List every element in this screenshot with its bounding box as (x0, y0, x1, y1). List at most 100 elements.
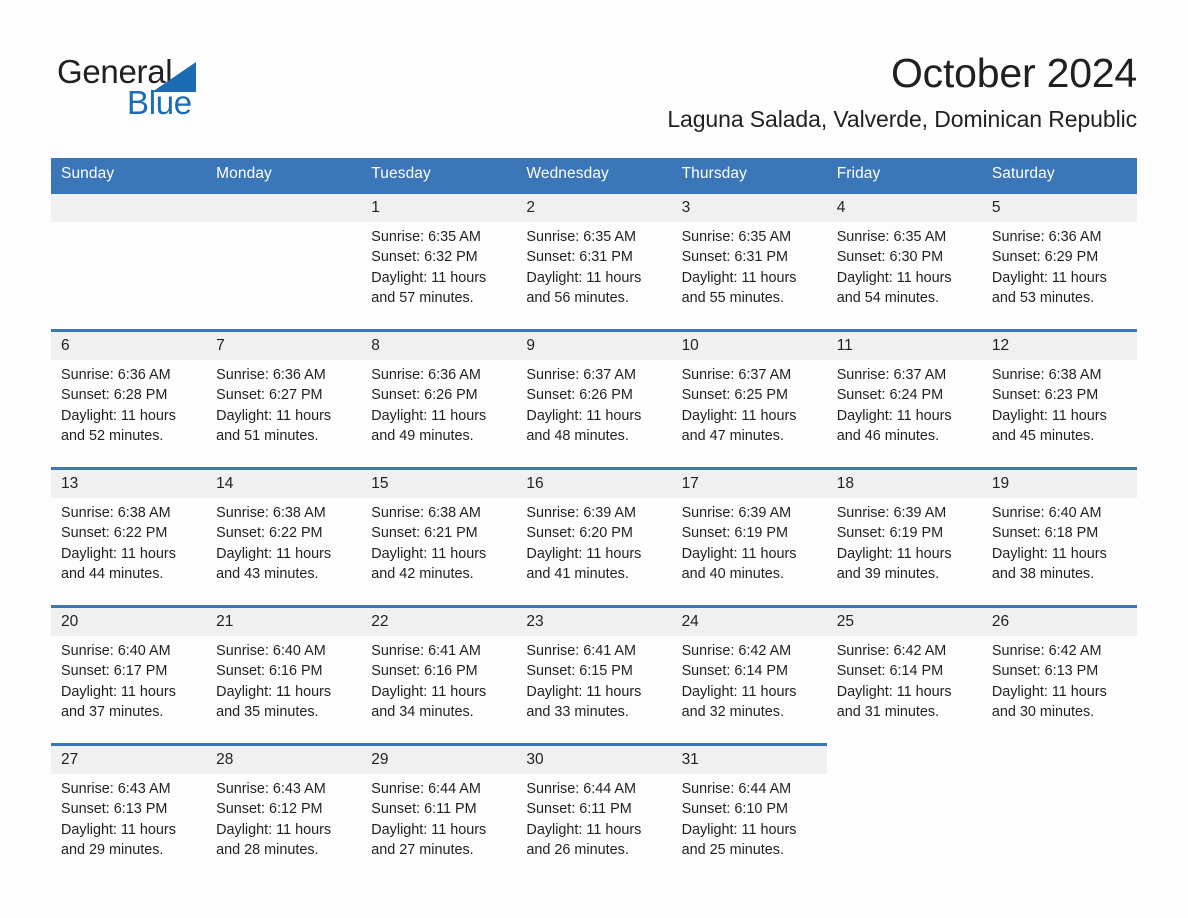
location-subtitle: Laguna Salada, Valverde, Dominican Repub… (667, 106, 1137, 132)
day-details: Sunrise: 6:43 AM Sunset: 6:12 PM Daylight:… (206, 774, 361, 860)
daylight-text-line2: and 38 minutes. (991, 565, 1095, 582)
calendar-day-cell[interactable]: 23 Sunrise: 6:41 AM Sunset: 6:15 PM Dayligh… (516, 608, 672, 743)
day-details: Sunrise: 6:39 AM Sunset: 6:19 PM Daylight:… (827, 498, 982, 584)
daylight-text-line2: and 26 minutes. (526, 841, 629, 858)
calendar-day-cell[interactable]: 25 Sunrise: 6:42 AM Sunset: 6:14 PM Dayligh… (826, 608, 982, 743)
daylight-text-line1: Daylight: 11 hours (836, 545, 952, 562)
daylight-text-line1: Daylight: 11 hours (836, 269, 952, 286)
calendar-day-cell[interactable]: 3 Sunrise: 6:35 AM Sunset: 6:31 PM Daylight… (671, 194, 827, 329)
sunset-text: Sunset: 6:14 PM (681, 663, 788, 680)
sunrise-text: Sunrise: 6:43 AM (61, 781, 171, 797)
day-number: 24 (671, 608, 827, 636)
sunrise-text: Sunrise: 6:41 AM (526, 643, 637, 659)
day-details: Sunrise: 6:38 AM Sunset: 6:23 PM Daylight:… (982, 360, 1137, 446)
calendar-day-cell[interactable]: 10 Sunrise: 6:37 AM Sunset: 6:25 PM Dayligh… (671, 332, 827, 467)
calendar-day-cell[interactable]: 4 Sunrise: 6:35 AM Sunset: 6:30 PM Daylight… (826, 194, 982, 329)
calendar-day-cell-empty (51, 194, 207, 329)
daylight-text-line1: Daylight: 11 hours (216, 545, 332, 562)
day-details: Sunrise: 6:38 AM Sunset: 6:21 PM Daylight:… (361, 498, 516, 584)
weekday-header-thursday: Thursday (671, 158, 827, 191)
calendar-day-cell[interactable]: 11 Sunrise: 6:37 AM Sunset: 6:24 PM Dayligh… (826, 332, 982, 467)
calendar-day-cell[interactable]: 6 Sunrise: 6:36 AM Sunset: 6:28 PM Daylight… (51, 332, 207, 467)
daylight-text-line1: Daylight: 11 hours (836, 683, 952, 700)
calendar-day-cell[interactable]: 14 Sunrise: 6:38 AM Sunset: 6:22 PM Dayligh… (206, 470, 362, 605)
sunset-text: Sunset: 6:13 PM (61, 801, 168, 818)
sunrise-text: Sunrise: 6:35 AM (371, 229, 481, 245)
sunset-text: Sunset: 6:10 PM (681, 801, 788, 818)
calendar-day-cell[interactable]: 27 Sunrise: 6:43 AM Sunset: 6:13 PM Dayligh… (51, 746, 207, 881)
weekday-header-sunday: Sunday (51, 158, 207, 191)
sunrise-text: Sunrise: 6:35 AM (526, 229, 637, 245)
sunrise-text: Sunrise: 6:40 AM (61, 643, 171, 659)
daylight-text-line2: and 45 minutes. (991, 427, 1095, 444)
calendar-day-cell[interactable]: 12 Sunrise: 6:38 AM Sunset: 6:23 PM Dayligh… (981, 332, 1137, 467)
sunrise-text: Sunrise: 6:41 AM (371, 643, 481, 659)
daylight-text-line1: Daylight: 11 hours (61, 545, 176, 562)
calendar-day-cell[interactable]: 24 Sunrise: 6:42 AM Sunset: 6:14 PM Dayligh… (671, 608, 827, 743)
calendar-day-cell[interactable]: 9 Sunrise: 6:37 AM Sunset: 6:26 PM Daylight… (516, 332, 672, 467)
calendar-day-cell[interactable]: 2 Sunrise: 6:35 AM Sunset: 6:31 PM Daylight… (516, 194, 672, 329)
calendar-day-cell[interactable]: 5 Sunrise: 6:36 AM Sunset: 6:29 PM Daylight… (981, 194, 1137, 329)
daylight-text-line2: and 34 minutes. (371, 703, 474, 720)
sunrise-text: Sunrise: 6:42 AM (836, 643, 947, 659)
sunset-text: Sunset: 6:31 PM (526, 249, 633, 266)
calendar-day-cell[interactable]: 22 Sunrise: 6:41 AM Sunset: 6:16 PM Dayligh… (361, 608, 517, 743)
calendar-day-cell-empty (206, 194, 362, 329)
daylight-text-line2: and 28 minutes. (216, 841, 319, 858)
calendar-day-cell[interactable]: 13 Sunrise: 6:38 AM Sunset: 6:22 PM Dayligh… (51, 470, 207, 605)
daylight-text-line1: Daylight: 11 hours (216, 683, 332, 700)
calendar-day-cell[interactable]: 26 Sunrise: 6:42 AM Sunset: 6:13 PM Dayligh… (981, 608, 1137, 743)
day-details: Sunrise: 6:42 AM Sunset: 6:14 PM Daylight:… (827, 636, 982, 722)
calendar-day-cell[interactable]: 19 Sunrise: 6:40 AM Sunset: 6:18 PM Dayligh… (981, 470, 1137, 605)
day-number: 18 (826, 470, 982, 498)
day-details: Sunrise: 6:38 AM Sunset: 6:22 PM Daylight:… (51, 498, 206, 584)
day-details: Sunrise: 6:43 AM Sunset: 6:13 PM Daylight:… (51, 774, 206, 860)
calendar-table: Sunday Monday Tuesday Wednesday Thursday… (51, 158, 1137, 881)
day-details: Sunrise: 6:36 AM Sunset: 6:29 PM Daylight:… (982, 222, 1137, 308)
day-number: 22 (361, 608, 517, 636)
daylight-text-line2: and 53 minutes. (991, 289, 1095, 306)
day-number: 21 (206, 608, 362, 636)
calendar-day-cell[interactable]: 30 Sunrise: 6:44 AM Sunset: 6:11 PM Dayligh… (516, 746, 672, 881)
sunset-text: Sunset: 6:16 PM (216, 663, 323, 680)
calendar-day-cell[interactable]: 21 Sunrise: 6:40 AM Sunset: 6:16 PM Dayligh… (206, 608, 362, 743)
sunset-text: Sunset: 6:14 PM (836, 663, 944, 680)
sunset-text: Sunset: 6:23 PM (991, 387, 1099, 404)
calendar-day-cell[interactable]: 31 Sunrise: 6:44 AM Sunset: 6:10 PM Dayligh… (671, 746, 827, 881)
sunset-text: Sunset: 6:24 PM (836, 387, 944, 404)
daylight-text-line1: Daylight: 11 hours (681, 269, 797, 286)
day-number: 26 (981, 608, 1137, 636)
calendar-day-cell[interactable]: 7 Sunrise: 6:36 AM Sunset: 6:27 PM Daylight… (206, 332, 362, 467)
calendar-day-cell[interactable]: 18 Sunrise: 6:39 AM Sunset: 6:19 PM Dayligh… (826, 470, 982, 605)
daylight-text-line2: and 37 minutes. (61, 703, 164, 720)
sunrise-text: Sunrise: 6:36 AM (61, 367, 171, 383)
day-number: 25 (826, 608, 982, 636)
weekday-header-wednesday: Wednesday (516, 158, 672, 191)
day-details: Sunrise: 6:35 AM Sunset: 6:31 PM Daylight:… (516, 222, 671, 308)
calendar-day-cell[interactable]: 20 Sunrise: 6:40 AM Sunset: 6:17 PM Dayligh… (51, 608, 207, 743)
day-details: Sunrise: 6:42 AM Sunset: 6:14 PM Daylight:… (672, 636, 827, 722)
daylight-text-line2: and 43 minutes. (216, 565, 319, 582)
weekday-header-monday: Monday (206, 158, 362, 191)
day-details: Sunrise: 6:40 AM Sunset: 6:17 PM Daylight:… (51, 636, 206, 722)
calendar-day-cell[interactable]: 28 Sunrise: 6:43 AM Sunset: 6:12 PM Dayligh… (206, 746, 362, 881)
calendar-day-cell[interactable]: 1 Sunrise: 6:35 AM Sunset: 6:32 PM Daylight… (361, 194, 517, 329)
sunrise-text: Sunrise: 6:38 AM (216, 505, 326, 521)
day-details: Sunrise: 6:39 AM Sunset: 6:20 PM Daylight:… (516, 498, 671, 584)
calendar-day-cell[interactable]: 29 Sunrise: 6:44 AM Sunset: 6:11 PM Dayligh… (361, 746, 517, 881)
calendar-day-cell[interactable]: 17 Sunrise: 6:39 AM Sunset: 6:19 PM Dayligh… (671, 470, 827, 605)
day-number: 29 (361, 746, 517, 774)
weekday-header-tuesday: Tuesday (361, 158, 517, 191)
sunrise-text: Sunrise: 6:37 AM (526, 367, 637, 383)
sunrise-text: Sunrise: 6:44 AM (526, 781, 637, 797)
calendar-day-cell[interactable]: 8 Sunrise: 6:36 AM Sunset: 6:26 PM Daylight… (361, 332, 517, 467)
sunset-text: Sunset: 6:19 PM (681, 525, 788, 542)
calendar-day-cell[interactable]: 16 Sunrise: 6:39 AM Sunset: 6:20 PM Dayligh… (516, 470, 672, 605)
day-number: 7 (206, 332, 362, 360)
daylight-text-line1: Daylight: 11 hours (681, 545, 797, 562)
calendar-day-cell[interactable]: 15 Sunrise: 6:38 AM Sunset: 6:21 PM Dayligh… (361, 470, 517, 605)
day-number: 28 (206, 746, 362, 774)
day-details: Sunrise: 6:37 AM Sunset: 6:24 PM Daylight:… (827, 360, 982, 446)
day-number: 4 (826, 194, 982, 222)
daylight-text-line1: Daylight: 11 hours (371, 269, 487, 286)
